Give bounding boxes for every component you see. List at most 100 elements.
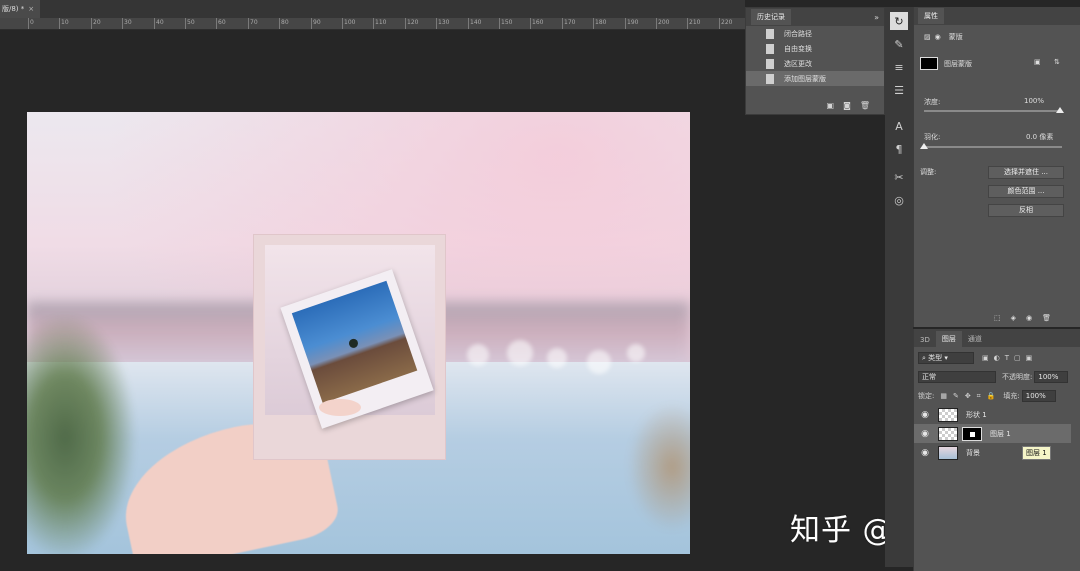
ruler-tick xyxy=(499,18,500,29)
visibility-icon[interactable]: ◉ xyxy=(1026,314,1032,322)
feather-value[interactable]: 0.0 像素 xyxy=(1026,132,1053,142)
ruler-label: 110 xyxy=(375,19,387,26)
layers-panel: 3D 图层 通道 ⌕ 类型 ▾ ▣◐T▢▣ 正常 不透明度: 100% 锁定: … xyxy=(913,329,1080,571)
history-tab[interactable]: 历史记录 xyxy=(751,9,791,25)
adjustments-panel-icon[interactable]: ≡ xyxy=(890,58,908,76)
invert-button[interactable]: 反相 xyxy=(988,204,1064,217)
ruler-label: 40 xyxy=(156,19,164,26)
tab-layers[interactable]: 图层 xyxy=(935,331,962,347)
bokeh-light xyxy=(507,340,533,366)
feather-slider[interactable] xyxy=(924,146,1062,148)
canvas-image[interactable] xyxy=(27,112,690,554)
history-item-label: 选区更改 xyxy=(784,59,812,68)
history-panel-icon[interactable]: ↻ xyxy=(890,12,908,30)
tab-3d[interactable]: 3D xyxy=(914,333,936,347)
opacity-field[interactable]: 100% xyxy=(1034,371,1069,383)
layer-row-shape[interactable]: ◉ 形状 1 xyxy=(914,405,1071,424)
layer-row-selected[interactable]: ◉ 图层 1 xyxy=(914,424,1071,443)
load-selection-icon[interactable]: ⬚ xyxy=(994,314,1001,322)
delete-mask-icon[interactable]: 🗑 xyxy=(1042,314,1051,322)
layer-mask-thumbnail[interactable] xyxy=(962,426,982,441)
history-item[interactable]: 闭合路径 xyxy=(746,26,884,41)
visibility-eye-icon[interactable]: ◉ xyxy=(918,429,932,439)
close-tab-icon[interactable]: × xyxy=(28,5,34,13)
layer-mask-thumbnail[interactable] xyxy=(920,57,938,70)
panel-collapse-icon[interactable]: » xyxy=(874,13,879,22)
color-range-button[interactable]: 颜色范围 ... xyxy=(988,185,1064,198)
lock-label: 锁定: xyxy=(918,392,935,400)
ruler-label: 100 xyxy=(344,19,356,26)
layer-name[interactable]: 图层 1 xyxy=(990,429,1011,439)
mask-type-row: ▨ ◉ 蒙版 xyxy=(924,32,963,42)
ruler-tick xyxy=(436,18,437,29)
feather-slider-handle[interactable] xyxy=(920,143,928,149)
apply-mask-footer-icon[interactable]: ◈ xyxy=(1011,314,1016,322)
ruler-tick xyxy=(625,18,626,29)
layer-thumbnail[interactable] xyxy=(938,407,958,422)
properties-tab[interactable]: 属性 xyxy=(918,8,944,24)
ruler-label: 0 xyxy=(30,19,34,26)
layer-mask-row: 图层蒙版 xyxy=(920,57,972,70)
ruler-tick xyxy=(373,18,374,29)
filter-icons[interactable]: ▣◐T▢▣ xyxy=(982,354,1037,362)
tab-bar xyxy=(40,0,745,18)
blend-mode-value: 正常 xyxy=(922,373,936,381)
document-tab[interactable]: 版/8) * × xyxy=(0,0,40,18)
link-mask-icon[interactable]: ⇅ xyxy=(1054,58,1060,66)
pixel-mask-icon[interactable]: ▨ xyxy=(924,33,931,41)
opacity-label: 不透明度: xyxy=(1002,373,1033,381)
lock-icons[interactable]: ▦✎✥⌗🔒 xyxy=(940,392,1001,401)
document-tab-title: 版/8) * xyxy=(2,5,25,13)
history-item[interactable]: 选区更改 xyxy=(746,56,884,71)
layer-name[interactable]: 背景 xyxy=(966,448,980,458)
visibility-eye-icon[interactable]: ◉ xyxy=(918,448,932,458)
filter-kind-select[interactable]: ⌕ 类型 ▾ xyxy=(918,352,974,364)
density-value[interactable]: 100% xyxy=(1024,97,1044,105)
inner-photo xyxy=(291,280,418,404)
properties-header: 属性 xyxy=(914,7,1080,25)
3d-panel-icon[interactable]: ◎ xyxy=(890,191,908,209)
apply-mask-icon[interactable]: ▣ xyxy=(1034,58,1041,66)
foliage-right xyxy=(627,402,690,532)
ruler-label: 170 xyxy=(564,19,576,26)
character-panel-icon[interactable]: A xyxy=(890,117,908,135)
brush-panel-icon[interactable]: ✎ xyxy=(890,35,908,53)
lock-row: 锁定: ▦✎✥⌗🔒 填充: 100% xyxy=(918,390,1056,402)
blend-mode-select[interactable]: 正常 xyxy=(918,371,996,383)
properties-panel-icon[interactable]: ☰ xyxy=(890,81,908,99)
blend-row: 正常 不透明度: 100% xyxy=(918,371,1069,383)
camera-snapshot-icon[interactable]: ◙ xyxy=(843,101,851,110)
background-thumbnail[interactable] xyxy=(938,445,958,460)
layer-name[interactable]: 形状 1 xyxy=(966,410,987,420)
tools-panel-icon[interactable]: ✂ xyxy=(890,168,908,186)
foliage-left xyxy=(27,312,137,554)
history-item[interactable]: 自由变换 xyxy=(746,41,884,56)
history-panel: 历史记录 » 闭合路径 自由变换选区更改添加图层蒙版 ▣ ◙ 🗑 xyxy=(745,7,885,115)
bokeh-light xyxy=(587,350,611,374)
density-label: 浓度: xyxy=(924,98,941,106)
density-slider-handle[interactable] xyxy=(1056,107,1064,113)
vector-mask-icon[interactable]: ◉ xyxy=(935,33,941,41)
visibility-eye-icon[interactable]: ◉ xyxy=(918,410,932,420)
tab-channels[interactable]: 通道 xyxy=(962,331,988,347)
mask-type-label: 蒙版 xyxy=(948,33,963,41)
history-state-icon xyxy=(766,73,774,84)
ruler-label: 90 xyxy=(313,19,321,26)
paragraph-panel-icon[interactable]: ¶ xyxy=(890,140,908,158)
adjust-label: 调整: xyxy=(920,168,937,176)
layer-thumbnail[interactable] xyxy=(938,426,958,441)
history-state-icon xyxy=(766,58,774,69)
ruler-label: 200 xyxy=(658,19,670,26)
trash-icon[interactable]: 🗑 xyxy=(860,101,870,110)
ruler-tick xyxy=(279,18,280,29)
horizontal-ruler: 0 10 20 30 40 50 60 70 80 90 100 110 120 130 140 150 160… xyxy=(0,18,745,30)
new-document-from-state-icon[interactable]: ▣ xyxy=(827,101,835,110)
fill-field[interactable]: 100% xyxy=(1021,390,1056,402)
tree-silhouette xyxy=(347,337,360,350)
ruler-tick xyxy=(656,18,657,29)
density-slider[interactable] xyxy=(924,110,1062,112)
ruler-tick xyxy=(154,18,155,29)
history-item[interactable]: 添加图层蒙版 xyxy=(746,71,884,86)
select-and-mask-button[interactable]: 选择并遮住 ... xyxy=(988,166,1064,179)
polaroid-frame xyxy=(253,234,446,460)
